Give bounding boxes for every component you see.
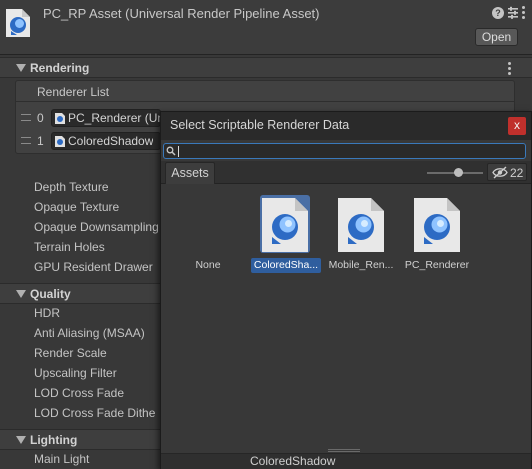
hidden-packages-toggle[interactable]: 22 [487, 163, 527, 181]
property-label: Depth Texture [34, 180, 109, 194]
header-menu-icon[interactable] [522, 6, 528, 20]
property-label: LOD Cross Fade [34, 386, 125, 400]
search-input[interactable] [163, 143, 526, 159]
property-label: Opaque Texture [34, 200, 120, 214]
help-icon[interactable]: ? [492, 7, 504, 19]
item-pc-renderer[interactable]: PC_Renderer [402, 259, 472, 271]
foldout-arrow-icon [16, 436, 26, 444]
renderer-data-icon[interactable] [413, 197, 461, 253]
property-label: Opaque Downsampling [34, 220, 159, 234]
item-mobile-renderer[interactable]: Mobile_Ren... [326, 259, 396, 271]
renderer-name: ColoredShadow [68, 134, 154, 148]
item-none[interactable]: None [190, 259, 226, 271]
icon-size-slider-thumb[interactable] [454, 168, 463, 177]
urp-asset-icon [6, 9, 30, 37]
tab-assets[interactable]: Assets [165, 162, 215, 184]
renderer-name: PC_Renderer (Un [68, 111, 165, 125]
picker-title: Select Scriptable Renderer Data [170, 118, 350, 132]
property-label: Render Scale [34, 346, 107, 360]
close-button[interactable]: x [508, 117, 526, 135]
property-label: Main Light [34, 452, 90, 466]
property-label: Terrain Holes [34, 240, 105, 254]
foldout-arrow-icon [16, 64, 26, 72]
renderer-asset-icon [55, 113, 65, 124]
renderer-asset-icon [55, 136, 65, 147]
item-colored-shadow[interactable]: ColoredSha... [251, 259, 321, 271]
property-label: Upscaling Filter [34, 366, 117, 380]
renderer-index: 0 [37, 111, 44, 125]
drag-handle-icon[interactable] [21, 137, 31, 144]
preset-sliders-icon[interactable] [507, 6, 519, 20]
drag-handle-icon[interactable] [21, 114, 31, 121]
open-button[interactable]: Open [475, 28, 518, 46]
rendering-section-header[interactable]: Rendering [0, 57, 532, 78]
search-icon [166, 146, 176, 156]
picker-footer [161, 453, 531, 469]
foldout-arrow-icon [16, 290, 26, 298]
property-label: Anti Aliasing (MSAA) [34, 326, 145, 340]
rendering-menu-icon[interactable] [508, 62, 512, 75]
renderer-data-icon[interactable] [261, 197, 309, 253]
selected-item-name: ColoredShadow [250, 454, 336, 468]
lighting-section-label: Lighting [30, 433, 78, 447]
quality-section-label: Quality [30, 287, 71, 301]
renderer-list-label: Renderer List [37, 85, 110, 99]
text-caret [178, 146, 179, 157]
renderer-field-1[interactable]: ColoredShadow [51, 132, 161, 150]
renderer-index: 1 [37, 134, 44, 148]
preview-resize-handle[interactable] [328, 449, 360, 452]
property-label: LOD Cross Fade Dithe [34, 406, 156, 420]
hidden-count: 22 [510, 166, 524, 180]
asset-title: PC_RP Asset (Universal Render Pipeline A… [43, 6, 320, 21]
property-label: GPU Resident Drawer [34, 260, 153, 274]
renderer-data-icon[interactable] [337, 197, 385, 253]
property-label: HDR [34, 306, 60, 320]
renderer-field-0[interactable]: PC_Renderer (Un [51, 109, 165, 127]
rendering-section-label: Rendering [30, 61, 90, 75]
eye-slash-icon [492, 166, 508, 179]
